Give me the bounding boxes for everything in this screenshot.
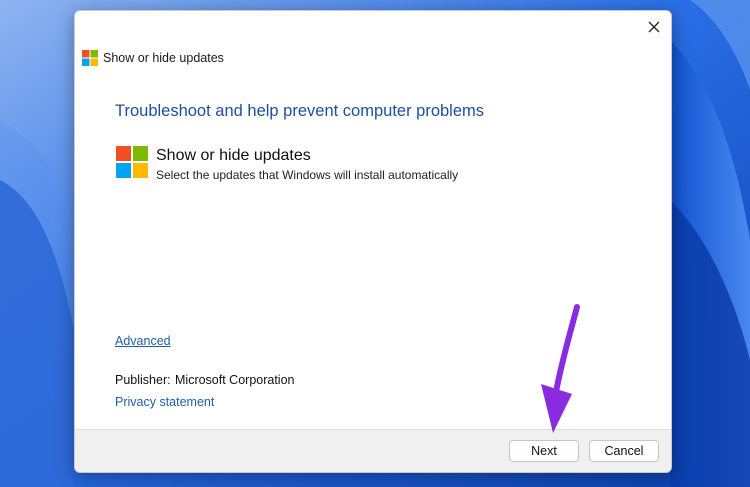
troubleshooter-dialog: Show or hide updates Troubleshoot and he… xyxy=(74,10,672,473)
cancel-button[interactable]: Cancel xyxy=(589,440,659,462)
troubleshooter-name: Show or hide updates xyxy=(156,147,311,164)
publisher-value: Microsoft Corporation xyxy=(175,373,295,387)
dialog-footer: Next Cancel xyxy=(75,429,671,472)
privacy-statement-link[interactable]: Privacy statement xyxy=(115,395,214,409)
page-heading: Troubleshoot and help prevent computer p… xyxy=(115,102,485,120)
publisher-label: Publisher: xyxy=(115,373,171,387)
troubleshooter-description: Select the updates that Windows will ins… xyxy=(156,168,459,182)
next-button[interactable]: Next xyxy=(509,440,579,462)
close-button[interactable] xyxy=(639,13,669,41)
windows-logo-icon xyxy=(116,146,148,178)
advanced-link[interactable]: Advanced xyxy=(115,334,171,348)
window-title: Show or hide updates xyxy=(103,51,224,65)
close-icon xyxy=(648,21,660,33)
windows-logo-icon xyxy=(82,50,98,66)
